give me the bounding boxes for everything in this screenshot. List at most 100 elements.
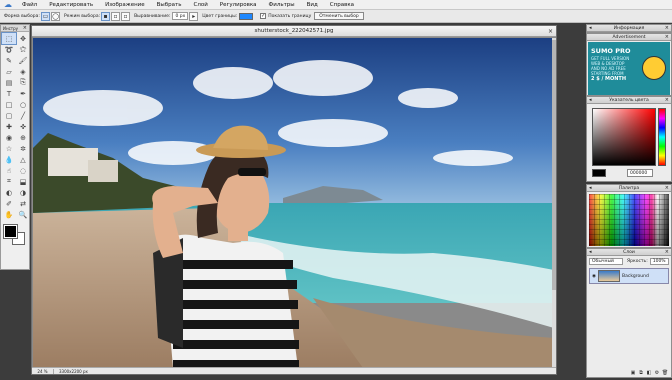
opacity-input[interactable]: 100% bbox=[649, 258, 669, 265]
gradient-tool-icon[interactable]: ▤ bbox=[2, 77, 16, 88]
ellipse-shape-icon[interactable]: ◯ bbox=[50, 11, 60, 21]
brush-tool-icon[interactable]: 🖌 bbox=[16, 55, 30, 66]
feather-input[interactable]: 0 px bbox=[172, 12, 189, 20]
feather-stepper-icon[interactable]: ▸ bbox=[189, 11, 199, 21]
layer-row[interactable]: ◉ Background bbox=[589, 268, 669, 284]
heal-tool-icon[interactable]: ✚ bbox=[2, 121, 16, 132]
zoom-tool-icon[interactable]: 🔍 bbox=[16, 209, 30, 220]
cancel-selection-button[interactable]: Отменить выбор bbox=[314, 12, 364, 20]
hand-tool-icon[interactable]: ✋ bbox=[2, 209, 16, 220]
mask-icon[interactable]: ◧ bbox=[646, 370, 652, 376]
advertisement-banner[interactable]: SUMO PRO GET FULL VERSION WEB & DESKTOP … bbox=[588, 42, 670, 95]
options-bar: Форма выбора: ▭ ◯ Режим выбора: ▪ ▫ ▫ Вы… bbox=[0, 10, 672, 23]
layers-panel-title: Слои bbox=[623, 250, 635, 255]
menu-help[interactable]: Справка bbox=[324, 2, 360, 8]
gear-shape-icon[interactable]: ✲ bbox=[16, 143, 30, 154]
canvas-window: shutterstock_222042571.jpg × 24 % 3300x2… bbox=[31, 25, 557, 375]
duplicate-layer-icon[interactable]: ⧉ bbox=[638, 370, 644, 376]
close-icon[interactable]: × bbox=[665, 97, 669, 104]
show-border-checkbox[interactable]: ✓ bbox=[260, 13, 267, 19]
effects-icon[interactable]: ⚙ bbox=[654, 370, 660, 376]
eraser-tool-icon[interactable]: ▱ bbox=[2, 66, 16, 77]
menu-layer[interactable]: Слой bbox=[187, 2, 213, 8]
stamp-tool-icon[interactable]: ⊕ bbox=[16, 132, 30, 143]
line-tool-icon[interactable]: ╱ bbox=[16, 110, 30, 121]
mode-new-icon[interactable]: ▪ bbox=[101, 11, 111, 21]
star-tool-icon[interactable]: ☆ bbox=[2, 143, 16, 154]
tools-panel: Инстру × ⬚ ✥ ➰ ⚝ ✎ 🖌 ▱ ◈ ▤ ⎘ T ✒ □ ○ ▢ ╱… bbox=[0, 24, 30, 270]
ellipse-tool-icon[interactable]: ○ bbox=[16, 99, 30, 110]
menu-file[interactable]: Файл bbox=[16, 2, 43, 8]
mode-subtract-icon[interactable]: ▫ bbox=[121, 11, 131, 21]
close-document-icon[interactable]: × bbox=[548, 26, 553, 37]
collapse-icon[interactable]: ◂ bbox=[589, 249, 592, 256]
vertical-scrollbar[interactable] bbox=[552, 38, 556, 368]
rect-shape-icon[interactable]: ▭ bbox=[40, 11, 50, 21]
close-icon[interactable]: × bbox=[665, 25, 669, 32]
menu-filters[interactable]: Фильтры bbox=[263, 2, 301, 8]
marquee-tool-icon[interactable]: ⬚ bbox=[1, 32, 17, 45]
saturation-value-picker[interactable] bbox=[592, 108, 656, 166]
hue-slider[interactable] bbox=[658, 108, 666, 166]
selection-mode-label: Режим выбора: bbox=[63, 13, 101, 19]
fill-tool-icon[interactable]: ◈ bbox=[16, 66, 30, 77]
layers-panel: ◂ Слои × Обычный Яркость: 100% ◉ Backgro… bbox=[586, 248, 672, 378]
replace-color-icon[interactable]: ⇄ bbox=[16, 198, 30, 209]
close-icon[interactable]: × bbox=[665, 34, 669, 41]
slice-tool-icon[interactable]: ⬓ bbox=[16, 176, 30, 187]
zoom-level[interactable]: 24 % bbox=[32, 368, 54, 374]
current-color-swatch bbox=[592, 169, 606, 177]
collapse-icon[interactable]: ◂ bbox=[589, 25, 592, 32]
hex-input[interactable]: 000000 bbox=[627, 169, 653, 177]
delete-layer-icon[interactable]: 🗑 bbox=[662, 370, 668, 376]
eyedropper-tool-icon[interactable]: ✒ bbox=[16, 88, 30, 99]
canvas-image[interactable] bbox=[33, 38, 554, 368]
rounded-rect-tool-icon[interactable]: ▢ bbox=[2, 110, 16, 121]
app-logo-icon[interactable]: ☁ bbox=[0, 0, 16, 10]
blur-tool-icon[interactable]: 💧 bbox=[2, 154, 16, 165]
sponge-tool-icon[interactable]: ◌ bbox=[16, 165, 30, 176]
smudge-tool-icon[interactable]: ☝ bbox=[2, 165, 16, 176]
show-border-label: Показать границу bbox=[268, 13, 312, 19]
magic-wand-icon[interactable]: ⚝ bbox=[16, 44, 30, 55]
color-palette-grid[interactable] bbox=[589, 194, 669, 246]
rect-tool-icon[interactable]: □ bbox=[2, 99, 16, 110]
menu-select[interactable]: Выбрать bbox=[151, 2, 188, 8]
menu-view[interactable]: Вид bbox=[301, 2, 324, 8]
clone-tool-icon[interactable]: ⎘ bbox=[16, 77, 30, 88]
mode-add-icon[interactable]: ▫ bbox=[111, 11, 121, 21]
picker-tool-icon[interactable]: ✐ bbox=[2, 198, 16, 209]
close-icon[interactable]: × bbox=[665, 249, 669, 256]
new-layer-icon[interactable]: ▣ bbox=[630, 370, 636, 376]
menu-adjust[interactable]: Регулировка bbox=[214, 2, 263, 8]
collapse-icon[interactable]: ◂ bbox=[589, 97, 592, 104]
text-tool-icon[interactable]: T bbox=[2, 88, 16, 99]
burn-tool-icon[interactable]: ◑ bbox=[16, 187, 30, 198]
ad-brand: SUMO PRO bbox=[591, 47, 631, 55]
sharpen-tool-icon[interactable]: △ bbox=[16, 154, 30, 165]
crop-tool-icon[interactable]: ⌗ bbox=[2, 176, 16, 187]
menu-image[interactable]: Изображение bbox=[99, 2, 151, 8]
move-tool-icon[interactable]: ✥ bbox=[16, 33, 30, 44]
menu-bar: ☁ Файл Редактировать Изображение Выбрать… bbox=[0, 0, 672, 10]
layer-name: Background bbox=[622, 273, 649, 279]
close-icon[interactable]: × bbox=[23, 25, 27, 32]
blend-mode-select[interactable]: Обычный bbox=[589, 258, 623, 265]
tools-panel-title: Инстру bbox=[3, 26, 19, 31]
right-panels: ◂ Информация × Advertisement × SUMO PRO … bbox=[586, 24, 672, 380]
dodge-tool-icon[interactable]: ◐ bbox=[2, 187, 16, 198]
redeye-tool-icon[interactable]: ◉ bbox=[2, 132, 16, 143]
border-color-swatch[interactable] bbox=[239, 12, 254, 20]
border-color-label: Цвет границы: bbox=[202, 13, 238, 19]
image-dimensions: 3300x2200 px bbox=[59, 368, 88, 374]
patch-tool-icon[interactable]: ✜ bbox=[16, 121, 30, 132]
collapse-icon[interactable]: ◂ bbox=[589, 185, 592, 192]
ad-panel: Advertisement × SUMO PRO GET FULL VERSIO… bbox=[586, 33, 672, 96]
foreground-color-swatch[interactable] bbox=[3, 224, 18, 239]
eye-icon[interactable]: ◉ bbox=[590, 274, 598, 279]
close-icon[interactable]: × bbox=[665, 185, 669, 192]
lasso-tool-icon[interactable]: ➰ bbox=[2, 44, 16, 55]
pencil-tool-icon[interactable]: ✎ bbox=[2, 55, 16, 66]
menu-edit[interactable]: Редактировать bbox=[43, 2, 99, 8]
status-bar: 24 % 3300x2200 px bbox=[32, 367, 556, 374]
